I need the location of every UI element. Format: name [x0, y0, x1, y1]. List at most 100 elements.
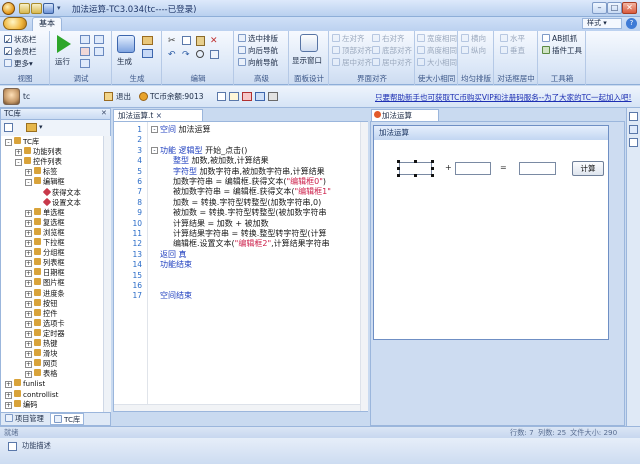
expand-icon[interactable]: +	[25, 361, 32, 369]
run-icon[interactable]	[57, 35, 71, 53]
code-line[interactable]: 被加数 = 转换.字符型转整型(被加数字符串	[173, 208, 360, 218]
align-left-button[interactable]: 左对齐	[332, 34, 365, 44]
settings-icon[interactable]	[268, 92, 278, 101]
tree-item[interactable]: + 列表框	[25, 258, 65, 268]
expand-icon[interactable]: +	[25, 209, 32, 217]
statusbar-checkbox[interactable]: ✓ 状态栏	[4, 35, 37, 45]
generate-icon[interactable]	[117, 35, 135, 53]
align-center-v-button[interactable]: 居中对齐	[372, 58, 412, 68]
tree-item[interactable]: + 滑块	[25, 349, 57, 359]
maximize-button[interactable]: □	[607, 2, 622, 14]
expand-icon[interactable]: +	[25, 341, 32, 348]
controls-icon[interactable]	[629, 138, 638, 147]
tree-item[interactable]: - 编辑框	[25, 177, 65, 187]
expand-icon[interactable]: +	[25, 270, 32, 278]
tree-item[interactable]: + 热键	[25, 339, 57, 348]
distribute-vertical-button[interactable]: 纵向	[461, 46, 486, 56]
code-line[interactable]: 空间结束	[160, 291, 360, 301]
center-horizontal-button[interactable]: 水平	[500, 34, 525, 44]
code-line[interactable]: 加数字符串 = 编辑框.获得文本("编辑框0")	[173, 177, 360, 187]
tree-item[interactable]: + 网页	[25, 359, 57, 369]
save-icon[interactable]	[43, 3, 54, 14]
navigate-back-button[interactable]: 向后导航	[238, 46, 278, 56]
minimize-button[interactable]: –	[592, 2, 607, 14]
align-bottom-button[interactable]: 底部对齐	[372, 46, 412, 56]
tree-item[interactable]: + controllist	[5, 389, 58, 399]
vip-icon[interactable]	[242, 92, 252, 101]
tab-basic[interactable]: 基本	[32, 17, 62, 31]
same-width-button[interactable]: 宽度相同	[417, 34, 457, 44]
expand-icon[interactable]: +	[5, 401, 12, 409]
debug-window-icon[interactable]	[94, 47, 104, 56]
expand-icon[interactable]: +	[15, 149, 22, 157]
show-window-button-label[interactable]: 显示窗口	[292, 56, 322, 66]
expand-icon[interactable]: +	[25, 290, 32, 298]
new-file-icon[interactable]	[19, 3, 30, 14]
calculate-button[interactable]: 计算	[572, 161, 604, 176]
selection-handle[interactable]	[397, 167, 400, 170]
toolbox-icon[interactable]	[629, 112, 638, 121]
align-top-button[interactable]: 顶部对齐	[332, 46, 372, 56]
expand-icon[interactable]: +	[25, 250, 32, 258]
app-logo-icon[interactable]	[2, 2, 15, 15]
recharge-icon[interactable]	[217, 92, 226, 101]
tree-item[interactable]: + 分组框	[25, 248, 65, 258]
tree-scrollbar[interactable]	[103, 136, 111, 412]
align-center-h-button[interactable]: 居中对齐	[332, 58, 372, 68]
selection-handle[interactable]	[397, 160, 400, 163]
promo-link[interactable]: 只要帮助新手也可获取TC币购买VIP和注册码服务--为了大家的TC一起加入吧!	[375, 92, 632, 103]
align-right-button[interactable]: 右对齐	[372, 34, 405, 44]
tree-item[interactable]: + 定时器	[25, 328, 65, 338]
replace-icon[interactable]	[210, 50, 219, 59]
more-button[interactable]: 更多▾	[4, 59, 33, 69]
help-icon[interactable]: ?	[626, 18, 637, 29]
exit-icon[interactable]	[104, 92, 113, 101]
expand-icon[interactable]: +	[25, 260, 32, 268]
code-line[interactable]	[160, 135, 360, 145]
editor-horizontal-scrollbar[interactable]	[114, 404, 360, 411]
expand-icon[interactable]: +	[25, 320, 32, 328]
code-line[interactable]: 加数 = 转换.字符型转整型(加数字符串,0)	[173, 198, 360, 208]
step-icon[interactable]	[80, 35, 90, 44]
tab-project-manager[interactable]: 项目管理	[2, 413, 47, 425]
avatar[interactable]	[3, 88, 20, 105]
expand-icon[interactable]: +	[5, 391, 12, 399]
office-menu-button[interactable]	[3, 17, 27, 30]
cut-icon[interactable]: ✂	[168, 36, 176, 46]
center-vertical-button[interactable]: 垂直	[500, 46, 525, 56]
edit-box-2[interactable]	[519, 162, 556, 175]
tab-tc-library[interactable]: TC库	[50, 413, 85, 425]
tree-item[interactable]: + 标签	[25, 167, 57, 177]
selection-handle[interactable]	[397, 174, 400, 177]
find-icon[interactable]	[196, 50, 204, 58]
expand-icon[interactable]: +	[25, 300, 32, 308]
mail-icon[interactable]	[229, 92, 239, 101]
tree-item[interactable]: + 表格	[25, 369, 57, 379]
code-line[interactable]: 编辑框.设置文本("编辑框2",计算结果字符串	[173, 239, 360, 249]
tree-item[interactable]: + 复选框	[25, 217, 65, 227]
tree-item[interactable]: + 日期框	[25, 268, 65, 278]
expand-icon[interactable]: +	[25, 330, 32, 338]
selection-handle[interactable]	[431, 160, 434, 163]
expand-icon[interactable]: +	[25, 280, 32, 288]
qat-dropdown-icon[interactable]: ▾	[57, 4, 61, 12]
expand-icon[interactable]: +	[25, 229, 32, 237]
expand-icon[interactable]: +	[25, 351, 32, 359]
expand-icon[interactable]: +	[25, 219, 32, 227]
tree-item[interactable]: - TC库	[5, 137, 39, 146]
tab-close-icon[interactable]: ×	[156, 111, 162, 120]
tree-item[interactable]: + 图片框	[25, 278, 65, 288]
select-layout-button[interactable]: 选中排版	[238, 34, 278, 44]
code-line[interactable]: 功能结束	[160, 260, 360, 270]
panel-close-icon[interactable]: ✕	[101, 109, 107, 117]
code-line[interactable]: 整型 加数,被加数,计算结果	[173, 156, 360, 166]
generate-button-label[interactable]: 生成	[117, 57, 132, 67]
expand-icon[interactable]: +	[25, 169, 32, 177]
close-button[interactable]: ✕	[622, 2, 637, 14]
ab-grab-button[interactable]: AB抓抓	[542, 34, 577, 44]
tree-item[interactable]: + 控件	[25, 308, 57, 318]
paste-icon[interactable]	[196, 36, 205, 46]
distribute-horizontal-button[interactable]: 横向	[461, 34, 486, 44]
tree-item[interactable]: - 控件列表	[15, 157, 62, 167]
code-line[interactable]	[160, 271, 360, 281]
